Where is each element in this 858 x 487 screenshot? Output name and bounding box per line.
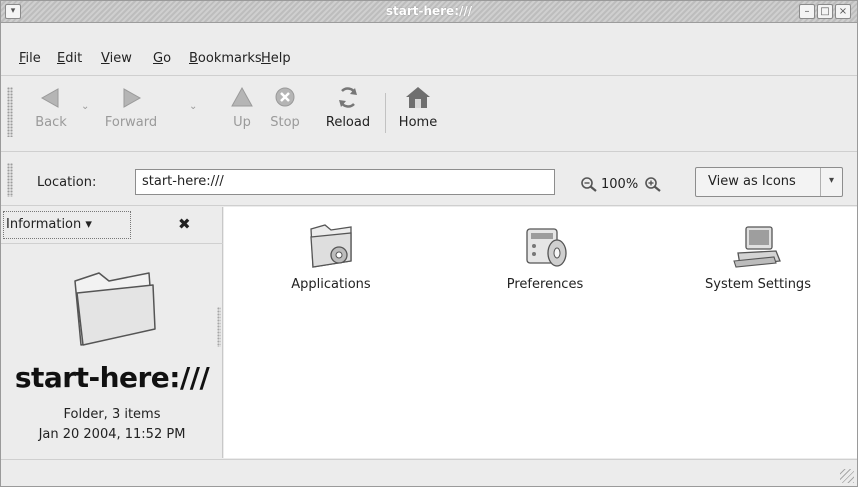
menu-bar: File Edit View Go Bookmarks Help [1, 45, 857, 75]
file-manager-window: ▾ start-here:/// – □ × File Edit View Go… [0, 0, 858, 487]
menu-go-rest: o [163, 51, 172, 66]
menu-edit-rest: dit [65, 51, 83, 66]
location-label: Location: [37, 175, 97, 190]
applications-item[interactable]: Applications [266, 213, 396, 292]
preferences-label: Preferences [506, 277, 584, 292]
menu-help[interactable]: Help [261, 51, 291, 66]
menu-bookmarks-mnemonic: B [189, 51, 198, 66]
side-pane-divider [1, 243, 223, 244]
up-label: Up [233, 115, 251, 130]
forward-arrow-icon [116, 83, 146, 113]
resize-grip-icon[interactable] [840, 469, 854, 483]
reload-icon [333, 83, 363, 113]
location-input[interactable]: start-here:/// [135, 169, 555, 195]
menu-file-rest: ile [25, 51, 41, 66]
reload-label: Reload [325, 115, 371, 130]
back-label: Back [35, 115, 67, 130]
menu-file[interactable]: File [19, 51, 41, 66]
stop-button[interactable]: Stop [263, 77, 307, 130]
applications-folder-icon [303, 221, 359, 273]
menu-help-mnemonic: H [261, 51, 271, 66]
system-settings-icon [730, 221, 786, 273]
maximize-button[interactable]: □ [817, 4, 833, 19]
view-as-value: View as Icons [708, 174, 796, 189]
stop-icon [270, 83, 300, 113]
forward-button[interactable]: Forward [99, 77, 163, 130]
side-pane-selector[interactable]: Information ▾ [3, 211, 131, 239]
menu-edit-mnemonic: E [57, 51, 66, 66]
system-settings-label: System Settings [705, 277, 811, 292]
window-title: start-here:/// [385, 4, 473, 18]
menu-bookmarks-rest: ookmarks [197, 51, 262, 66]
locationbar-grip[interactable] [7, 163, 13, 197]
side-pane-kind: Folder, 3 items [63, 407, 161, 422]
zoom-level[interactable]: 100% [601, 177, 638, 192]
back-button[interactable]: Back [29, 77, 73, 130]
home-label: Home [398, 115, 438, 130]
reload-button[interactable]: Reload [317, 77, 379, 130]
system-settings-item[interactable]: System Settings [688, 213, 828, 292]
toolbar-divider [1, 151, 857, 152]
side-pane: Information ▾ ✖ start-here:/// Folder, 3… [1, 207, 223, 458]
menu-bookmarks[interactable]: Bookmarks [189, 51, 262, 66]
up-arrow-icon [227, 83, 257, 113]
side-pane-title: start-here:/// [14, 361, 210, 394]
applications-label: Applications [291, 277, 371, 292]
preferences-icon [517, 221, 573, 273]
close-icon[interactable]: ✖ [178, 215, 191, 233]
menu-go[interactable]: Go [153, 51, 171, 66]
close-button[interactable]: × [835, 4, 851, 19]
folder-icon [69, 267, 161, 351]
pane-resize-handle[interactable] [217, 307, 221, 347]
back-history-dropdown[interactable]: ⌄ [81, 101, 89, 112]
menu-edit[interactable]: Edit [57, 51, 82, 66]
zoom-in-icon[interactable] [643, 175, 663, 197]
menu-view-mnemonic: V [101, 51, 110, 66]
view-as-dropdown[interactable]: View as Icons ▾ [695, 167, 843, 197]
menu-go-mnemonic: G [153, 51, 164, 66]
home-button[interactable]: Home [393, 77, 443, 130]
menubar-divider [1, 75, 857, 76]
location-bar: Location: start-here:/// 100% View as Ic… [1, 153, 857, 203]
minimize-button[interactable]: – [799, 4, 815, 19]
toolbar-separator [385, 93, 386, 133]
back-arrow-icon [36, 83, 66, 113]
stop-label: Stop [270, 115, 300, 130]
side-pane-date: Jan 20 2004, 11:52 PM [38, 427, 186, 442]
title-bar[interactable]: ▾ start-here:/// – □ × [1, 1, 857, 23]
menu-view-rest: iew [109, 51, 132, 66]
forward-label: Forward [104, 115, 158, 130]
home-icon [403, 83, 433, 113]
toolbar-grip[interactable] [7, 87, 13, 137]
zoom-out-icon[interactable] [579, 175, 599, 197]
preferences-item[interactable]: Preferences [480, 213, 610, 292]
locationbar-divider [1, 205, 857, 206]
menu-view[interactable]: View [101, 51, 132, 66]
toolbar: Back ⌄ Forward ⌄ Up Stop Reload Home [1, 77, 857, 151]
forward-history-dropdown[interactable]: ⌄ [189, 101, 197, 112]
up-button[interactable]: Up [225, 77, 259, 130]
menu-help-rest: elp [270, 51, 291, 66]
status-bar [1, 459, 857, 486]
chevron-down-icon[interactable]: ▾ [820, 168, 842, 196]
icon-view[interactable]: Applications Preferences System Settings [224, 207, 857, 458]
